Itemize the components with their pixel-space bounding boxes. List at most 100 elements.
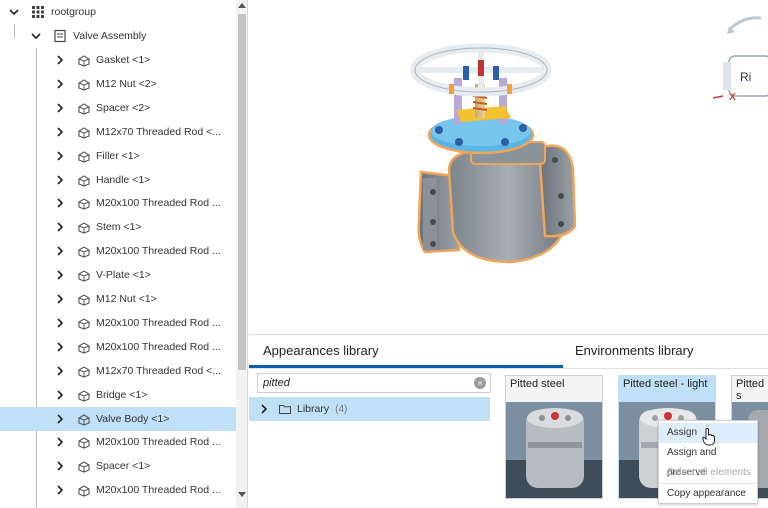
chevron-right-icon[interactable]: [55, 437, 65, 447]
grid-group-icon: [31, 5, 45, 19]
swatch-title: Pitted steel: [510, 378, 565, 390]
assembly-tree-panel: rootgroup Valve Assembly Gasket <1> M12 N…: [0, 0, 248, 508]
part-icon: [77, 340, 91, 354]
tree-row-part[interactable]: M20x100 Threaded Rod ...: [0, 191, 236, 215]
part-icon: [77, 364, 91, 378]
tree-row-part[interactable]: M20x100 Threaded Rod ...: [0, 239, 236, 263]
chevron-right-icon[interactable]: [55, 222, 65, 232]
scroll-up-arrow-icon[interactable]: [238, 3, 246, 8]
chevron-right-icon[interactable]: [55, 390, 65, 400]
tree-label: Valve Body <1>: [96, 412, 170, 425]
folder-label: Library: [297, 403, 330, 415]
swatch-thumbnail: [506, 402, 602, 498]
tab-divider: [249, 368, 768, 369]
search-input-value: pitted: [263, 377, 290, 389]
valve-model-render[interactable]: [249, 0, 768, 334]
part-icon: [77, 459, 91, 473]
part-icon: [77, 292, 91, 306]
tree-label: Stem <1>: [96, 221, 142, 234]
menu-item-assign-and-preserve[interactable]: Assign and preserve: [659, 443, 757, 478]
tree-label: M20x100 Threaded Rod ...: [96, 484, 221, 497]
chevron-right-icon[interactable]: [55, 103, 65, 113]
tree-scrollbar[interactable]: [236, 0, 247, 508]
chevron-right-icon[interactable]: [55, 366, 65, 376]
menu-item-select-all-elements: Select all elements: [667, 467, 751, 478]
chevron-right-icon[interactable]: [55, 318, 65, 328]
chevron-right-icon[interactable]: [55, 127, 65, 137]
chevron-right-icon[interactable]: [259, 404, 269, 414]
3d-viewport[interactable]: Ri X: [249, 0, 768, 334]
chevron-right-icon[interactable]: [55, 270, 65, 280]
tree-row-valve-assembly[interactable]: Valve Assembly: [0, 24, 236, 48]
clear-search-icon[interactable]: ×: [474, 377, 486, 389]
tree-row-rootgroup[interactable]: rootgroup: [0, 0, 236, 24]
appearance-swatch-pitted-steel[interactable]: Pitted steel: [505, 375, 603, 499]
tree-row-part[interactable]: Handle <1>: [0, 168, 236, 192]
chevron-right-icon[interactable]: [55, 198, 65, 208]
tree-row-part[interactable]: Stem <1>: [0, 215, 236, 239]
tree-row-part[interactable]: Spacer <1>: [0, 454, 236, 478]
chevron-right-icon[interactable]: [55, 79, 65, 89]
tree-row-part[interactable]: Filler <1>: [0, 144, 236, 168]
chevron-right-icon[interactable]: [55, 55, 65, 65]
part-icon: [77, 149, 91, 163]
tree-label: Handle <1>: [96, 173, 151, 186]
chevron-right-icon[interactable]: [55, 174, 65, 185]
tree-row-part[interactable]: M20x100 Threaded Rod ...: [0, 335, 236, 359]
folder-icon: [279, 404, 291, 414]
folder-count: (4): [335, 403, 348, 415]
tree-row-part[interactable]: Spacer <2>: [0, 96, 236, 120]
menu-item-copy-appearance[interactable]: Copy appearance: [659, 483, 757, 503]
part-icon: [77, 435, 91, 449]
chevron-right-icon[interactable]: [55, 342, 65, 352]
tree-row-part[interactable]: M12 Nut <2>: [0, 72, 236, 96]
axis-x-label: X: [729, 92, 736, 103]
tab-appearances-library[interactable]: Appearances library: [263, 343, 379, 358]
part-icon: [77, 483, 91, 497]
tree-row-part[interactable]: Bridge <1>: [0, 383, 236, 407]
part-icon: [77, 77, 91, 91]
chevron-down-icon[interactable]: [9, 7, 19, 17]
tree-label: Bridge <1>: [96, 388, 148, 401]
tree-row-part[interactable]: Valve Body <1>: [0, 406, 236, 431]
tree-label: M12 Nut <1>: [96, 293, 157, 305]
tree-label: Spacer <2>: [96, 101, 151, 114]
part-icon: [77, 268, 91, 282]
tree-label: Filler <1>: [96, 149, 140, 162]
part-icon: [77, 53, 91, 67]
chevron-right-icon[interactable]: [55, 413, 65, 424]
part-icon: [77, 412, 91, 426]
tree-label: V-Plate <1>: [96, 269, 151, 282]
tree-label: M20x100 Threaded Rod ...: [96, 436, 221, 449]
tree-row-part[interactable]: Gasket <1>: [0, 48, 236, 72]
chevron-right-icon[interactable]: [55, 294, 65, 304]
tree-label: M20x100 Threaded Rod ...: [96, 340, 221, 353]
tree-row-part[interactable]: M12 Nut <1>: [0, 287, 236, 311]
tree-label: M20x100 Threaded Rod ...: [96, 316, 221, 329]
chevron-right-icon[interactable]: [55, 461, 65, 471]
tab-environments-library[interactable]: Environments library: [575, 343, 694, 358]
part-icon: [77, 220, 91, 234]
tree-label: Valve Assembly: [73, 30, 147, 42]
chevron-right-icon[interactable]: [55, 485, 65, 495]
chevron-down-icon[interactable]: [31, 31, 41, 41]
tree-row-part[interactable]: M12x70 Threaded Rod <...: [0, 120, 236, 144]
part-icon: [77, 125, 91, 139]
tree-row-part[interactable]: M20x100 Threaded Rod ...: [0, 478, 236, 502]
tree-row-part[interactable]: M20x100 Threaded Rod ...: [0, 311, 236, 335]
part-icon: [77, 244, 91, 258]
scroll-down-arrow-icon[interactable]: [238, 492, 246, 497]
viewcube[interactable]: [711, 12, 768, 112]
chevron-right-icon[interactable]: [55, 246, 65, 256]
tree-row-part[interactable]: M20x100 Threaded Rod ...: [0, 430, 236, 454]
part-icon: [77, 173, 91, 187]
hand-cursor-icon: [702, 428, 715, 446]
viewcube-face-label: Ri: [740, 70, 752, 84]
tree-row-part[interactable]: M12x70 Threaded Rod <...: [0, 359, 236, 383]
chevron-right-icon[interactable]: [55, 151, 65, 161]
search-input[interactable]: pitted ×: [257, 373, 491, 393]
tree-label: Spacer <1>: [96, 460, 151, 473]
library-folder-row[interactable]: Library (4): [249, 397, 490, 421]
scroll-thumb[interactable]: [238, 14, 246, 370]
tree-row-part[interactable]: V-Plate <1>: [0, 263, 236, 287]
